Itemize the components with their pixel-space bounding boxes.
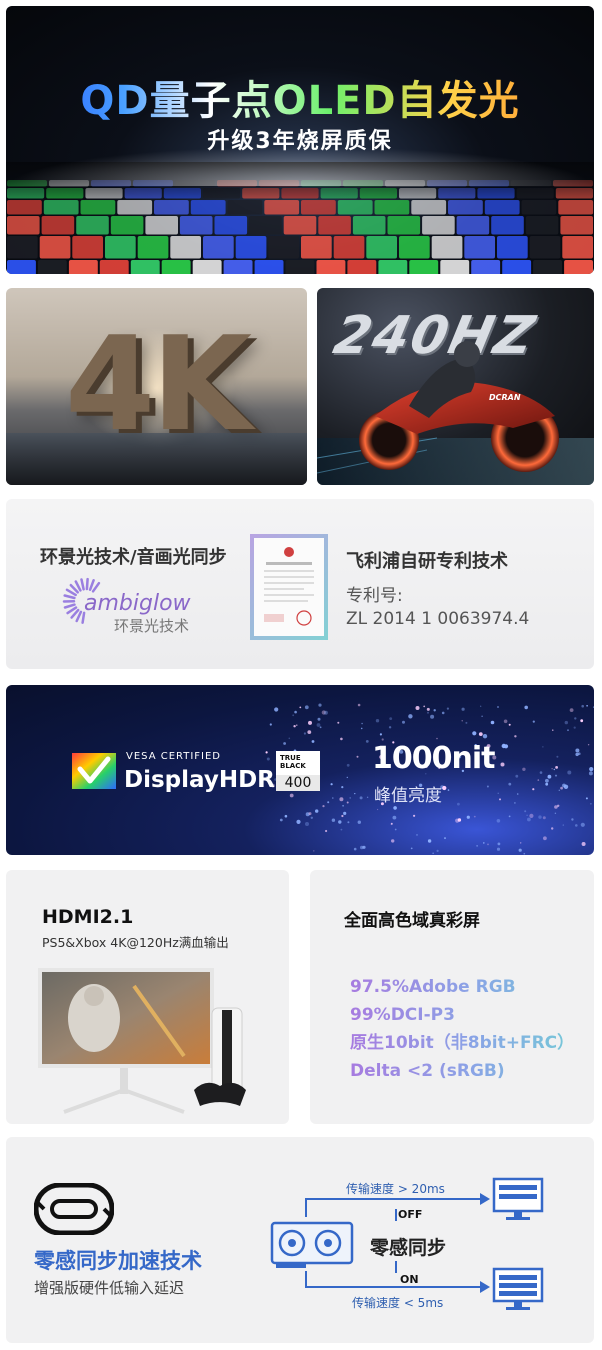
hero-subtitle: 升级3年烧屏质保	[207, 129, 393, 154]
vesa-certified-label: VESA CERTIFIED	[126, 751, 222, 762]
patent-number-label: 专利号:	[346, 586, 403, 606]
true-black-number: 400	[276, 775, 320, 791]
ambiglow-logo-subtitle: 环景光技术	[114, 617, 190, 635]
water-reflection	[6, 433, 307, 485]
true-black-badge: TRUE BLACK 400	[276, 751, 320, 791]
displayhdr-label: DisplayHDR™	[124, 767, 298, 793]
latency-diagram	[270, 1177, 544, 1310]
color-spec-item: 99%DCI-P3	[350, 1001, 574, 1029]
sync-tile: 零感同步加速技术 增强版硬件低输入延迟 传输速度 > 20ms OFF 零感同步…	[6, 1137, 594, 1343]
color-spec-item: 97.5%Adobe RGB	[350, 973, 574, 1001]
displayhdr-banner: VESA CERTIFIED DisplayHDR™ TRUE BLACK 40…	[6, 685, 594, 855]
monitor-console-graphic	[38, 968, 246, 1114]
true-black-label: TRUE BLACK	[280, 754, 306, 770]
monitor-icon-top	[492, 1177, 544, 1220]
resolution-tile: 4K	[6, 288, 307, 485]
motorcycle-graphic: DCRAN	[317, 341, 594, 485]
color-spec-list: 97.5%Adobe RGB 99%DCI-P3 原生10bit（非8bit+F…	[350, 973, 574, 1085]
hero-title: QD量子点OLED自发光	[6, 68, 594, 126]
top-speed-label: 传输速度 > 20ms	[346, 1182, 445, 1196]
color-gamut-heading: 全面高色域真彩屏	[344, 911, 480, 931]
vesa-logo-icon	[72, 753, 116, 789]
peak-brightness-value: 1000nit	[372, 741, 495, 776]
hdmi-subtitle: PS5&Xbox 4K@120Hz满血输出	[42, 935, 229, 950]
monitor-icon-bottom	[492, 1267, 544, 1310]
refresh-rate-tile: 240HZ DCRAN	[317, 288, 594, 485]
patent-certificate-image	[250, 534, 328, 640]
bottom-speed-label: 传输速度 < 5ms	[352, 1296, 444, 1310]
color-spec-item: Delta <2 (sRGB)	[350, 1057, 574, 1085]
patent-number: ZL 2014 1 0063974.4	[346, 609, 530, 629]
off-label: OFF	[398, 1208, 423, 1221]
svg-text:DCRAN: DCRAN	[489, 393, 521, 402]
certificate-document-icon	[264, 547, 314, 626]
graphics-card-icon	[270, 1221, 354, 1268]
ambiglow-logo-word: ambiglow	[84, 591, 191, 616]
hdmi-tile: HDMI2.1 PS5&Xbox 4K@120Hz满血输出	[6, 870, 289, 1124]
peak-brightness-label: 峰值亮度	[374, 786, 442, 806]
on-label: ON	[400, 1273, 419, 1286]
ambiglow-heading: 环景光技术/音画光同步	[40, 547, 227, 568]
qd-oled-banner: QD量子点OLED自发光 升级3年烧屏质保	[6, 6, 594, 274]
sync-center-label: 零感同步	[370, 1237, 447, 1259]
patent-heading: 飞利浦自研专利技术	[346, 551, 508, 572]
color-gamut-tile: 全面高色域真彩屏 97.5%Adobe RGB 99%DCI-P3 原生10bi…	[310, 870, 594, 1124]
color-spec-item: 原生10bit（非8bit+FRC）	[350, 1029, 574, 1057]
hdmi-heading: HDMI2.1	[42, 906, 134, 928]
ambiglow-patent-tile: 环景光技术/音画光同步 ambiglow 环景光技术 飞利浦自研专利技术 专利号…	[6, 499, 594, 669]
